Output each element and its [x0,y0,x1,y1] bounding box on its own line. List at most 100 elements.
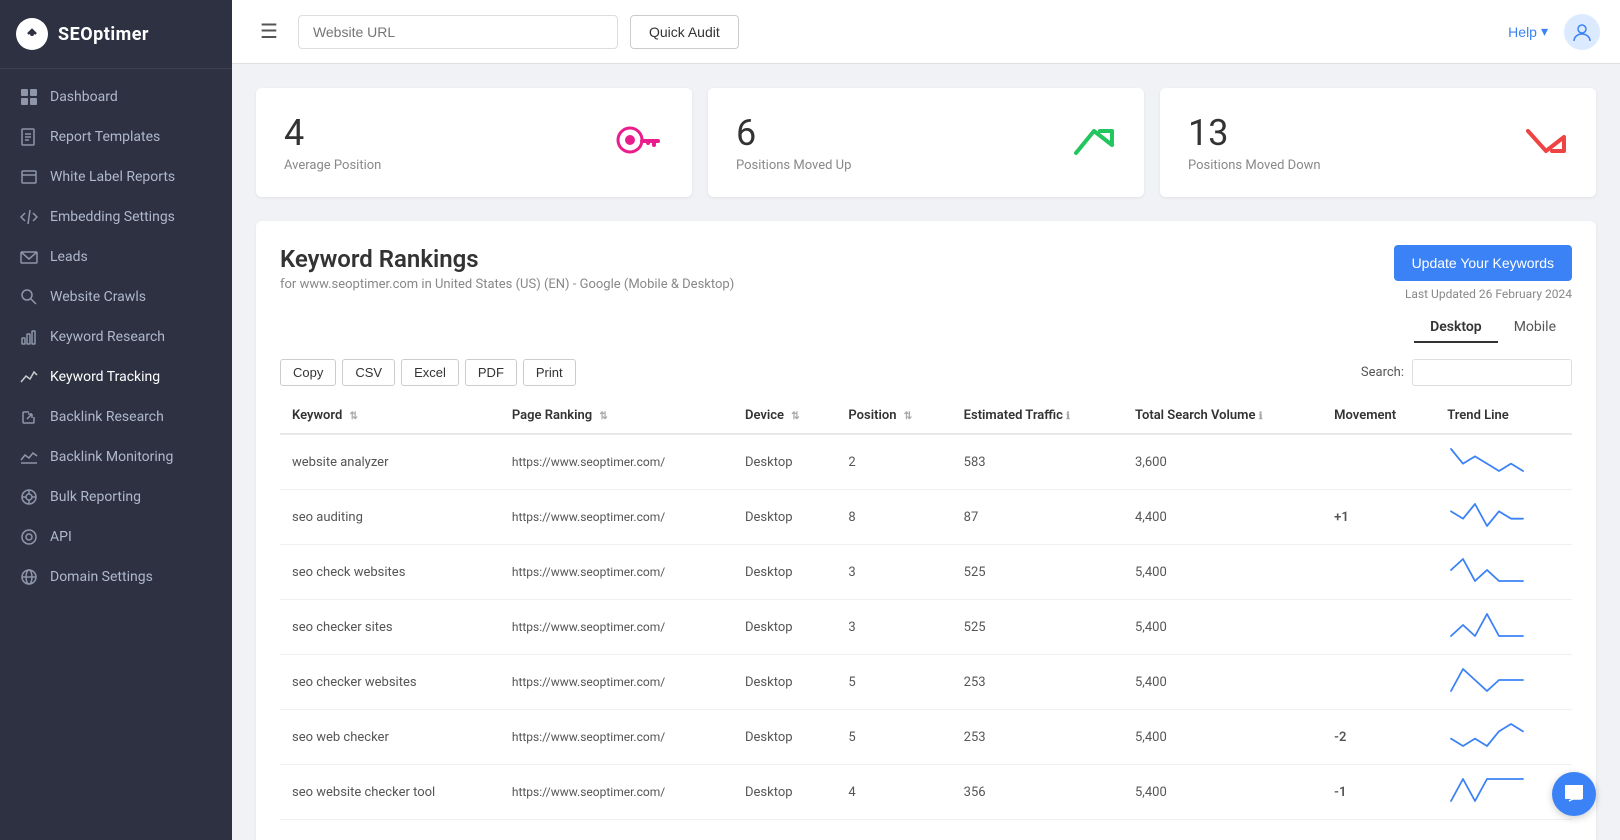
copy-button[interactable]: Copy [280,359,336,386]
table-row: seo auditing https://www.seoptimer.com/ … [280,490,1572,545]
col-traffic[interactable]: Estimated Traffic ℹ [952,398,1123,434]
logo-text: SEOptimer [58,24,149,45]
col-trend: Trend Line [1435,398,1572,434]
sidebar-item-report-templates[interactable]: Report Templates [0,117,232,157]
sidebar-label-backlink-monitoring: Backlink Monitoring [50,449,173,465]
col-movement[interactable]: Movement [1322,398,1435,434]
key-icon [616,124,664,162]
col-page[interactable]: Page Ranking ⇅ [500,398,733,434]
page-cell: https://www.seoptimer.com/ [500,600,733,655]
chart-icon [20,328,38,346]
sidebar-item-domain-settings[interactable]: Domain Settings [0,557,232,597]
main-content: ☰ Quick Audit Help ▾ 4 Average Position [232,0,1620,840]
rankings-section: Keyword Rankings for www.seoptimer.com i… [256,221,1596,840]
keyword-cell: seo checker websites [280,655,500,710]
topbar: ☰ Quick Audit Help ▾ [232,0,1620,64]
trend-cell [1435,655,1572,710]
chat-bubble-button[interactable] [1552,772,1596,816]
col-device[interactable]: Device ⇅ [733,398,836,434]
sidebar-item-bulk-reporting[interactable]: Bulk Reporting [0,477,232,517]
traffic-cell: 525 [952,545,1123,600]
doc-icon [20,128,38,146]
update-keywords-button[interactable]: Update Your Keywords [1394,245,1572,281]
sidebar-label-keyword-research: Keyword Research [50,329,165,345]
col-volume[interactable]: Total Search Volume ℹ [1123,398,1322,434]
menu-button[interactable]: ☰ [252,15,286,48]
sidebar-item-dashboard[interactable]: Dashboard [0,77,232,117]
sidebar-item-backlink-monitoring[interactable]: Backlink Monitoring [0,437,232,477]
topbar-right: Help ▾ [1508,14,1600,50]
keyword-cell: seo website checker tool [280,765,500,820]
movement-cell [1322,434,1435,490]
table-row: website analyzer https://www.seoptimer.c… [280,434,1572,490]
sidebar-nav: Dashboard Report Templates White Label R… [0,69,232,605]
position-cell: 3 [836,600,951,655]
content-area: 4 Average Position 6 Positions M [232,64,1620,840]
page-cell: https://www.seoptimer.com/ [500,655,733,710]
sidebar-label-report-templates: Report Templates [50,129,160,145]
avg-position-label: Average Position [284,158,381,173]
logo-icon [16,18,48,50]
crawl-icon [20,288,38,306]
traffic-cell: 525 [952,600,1123,655]
tracking-icon [20,368,38,386]
csv-button[interactable]: CSV [342,359,395,386]
sidebar-label-leads: Leads [50,249,88,265]
sidebar-item-api[interactable]: API [0,517,232,557]
sidebar-item-website-crawls[interactable]: Website Crawls [0,277,232,317]
sidebar-item-keyword-research[interactable]: Keyword Research [0,317,232,357]
sidebar-label-embedding: Embedding Settings [50,209,175,225]
search-area: Search: [1361,359,1572,386]
quick-audit-button[interactable]: Quick Audit [630,15,739,49]
sidebar-item-leads[interactable]: Leads [0,237,232,277]
sidebar-label-api: API [50,529,72,545]
trend-cell [1435,434,1572,490]
position-cell: 8 [836,490,951,545]
device-cell: Desktop [733,600,836,655]
sidebar-label-dashboard: Dashboard [50,89,118,105]
arrow-down-icon [1524,123,1568,163]
sidebar-item-white-label[interactable]: White Label Reports [0,157,232,197]
keyword-cell: seo check websites [280,545,500,600]
sidebar-label-website-crawls: Website Crawls [50,289,146,305]
search-label: Search: [1361,365,1404,380]
sidebar-item-keyword-tracking[interactable]: Keyword Tracking [0,357,232,397]
sidebar-item-embedding[interactable]: Embedding Settings [0,197,232,237]
last-updated-text: Last Updated 26 February 2024 [1394,287,1572,301]
device-cell: Desktop [733,655,836,710]
tab-mobile[interactable]: Mobile [1498,313,1572,343]
volume-cell: 5,400 [1123,765,1322,820]
traffic-cell: 253 [952,655,1123,710]
backlink-icon [20,408,38,426]
excel-button[interactable]: Excel [401,359,459,386]
table-search-input[interactable] [1412,359,1572,386]
table-header: Keyword ⇅ Page Ranking ⇅ Device ⇅ Positi… [280,398,1572,434]
page-cell: https://www.seoptimer.com/ [500,434,733,490]
avg-position-value: 4 [284,112,381,154]
grid-icon [20,88,38,106]
stat-card-moved-down: 13 Positions Moved Down [1160,88,1596,197]
avatar[interactable] [1564,14,1600,50]
trend-cell [1435,600,1572,655]
tab-desktop[interactable]: Desktop [1414,313,1498,343]
url-input[interactable] [298,15,618,49]
position-cell: 3 [836,545,951,600]
view-tabs: Desktop Mobile [280,313,1572,343]
col-position[interactable]: Position ⇅ [836,398,951,434]
moved-down-value: 13 [1188,112,1321,154]
sidebar-logo[interactable]: SEOptimer [0,0,232,69]
monitor-icon [20,448,38,466]
moved-up-label: Positions Moved Up [736,158,851,173]
sidebar-item-backlink-research[interactable]: Backlink Research [0,397,232,437]
col-keyword[interactable]: Keyword ⇅ [280,398,500,434]
print-button[interactable]: Print [523,359,576,386]
stat-card-moved-up: 6 Positions Moved Up [708,88,1144,197]
embed-icon [20,208,38,226]
movement-cell: +1 [1322,490,1435,545]
keyword-cell: seo checker sites [280,600,500,655]
sidebar: SEOptimer Dashboard Report Templates Whi… [0,0,232,840]
help-button[interactable]: Help ▾ [1508,23,1548,40]
pdf-button[interactable]: PDF [465,359,517,386]
mail-icon [20,248,38,266]
movement-cell [1322,655,1435,710]
